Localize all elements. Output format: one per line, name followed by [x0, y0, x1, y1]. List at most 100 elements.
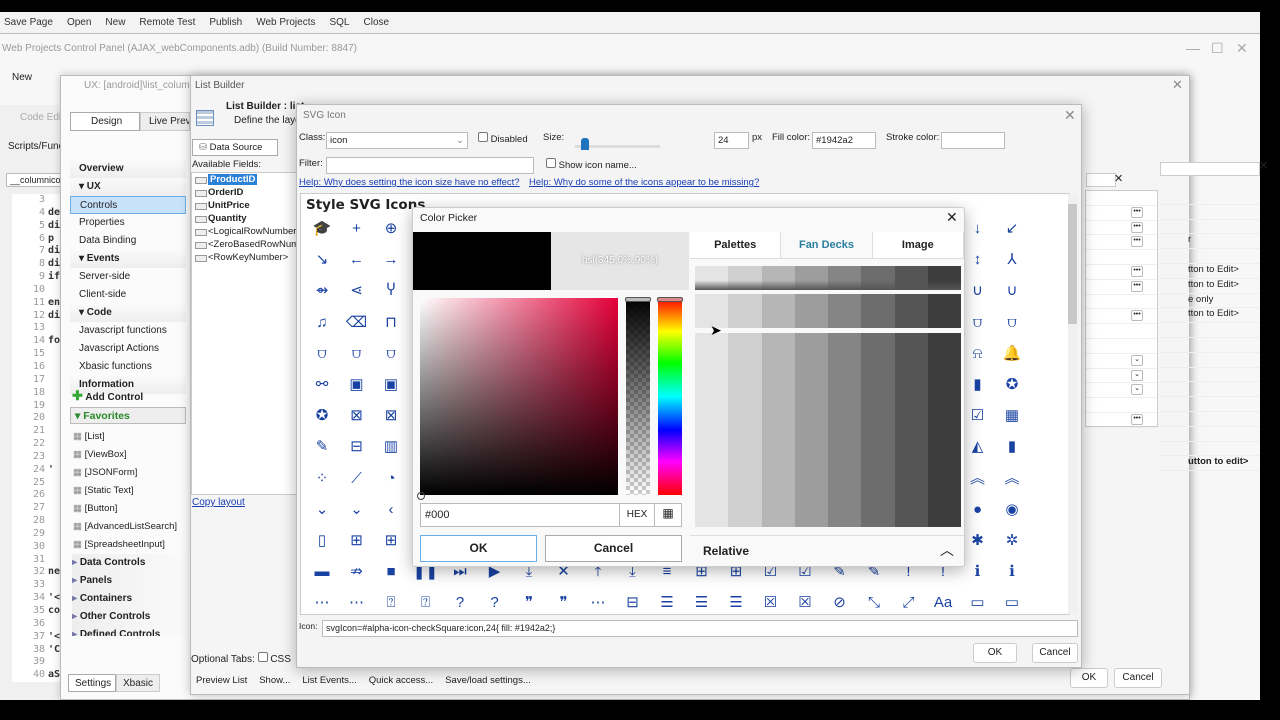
field-item[interactable]: UnitPrice: [192, 199, 296, 212]
list-builder-action-button[interactable]: List Events...: [302, 675, 356, 686]
nav-item-serverside[interactable]: Server-side: [70, 268, 186, 286]
color-cursor[interactable]: [417, 492, 425, 500]
account-box-icon[interactable]: ⍰: [376, 590, 406, 614]
fork-icon[interactable]: Ⴤ: [376, 278, 406, 304]
fan-deck-swatch[interactable]: [695, 333, 729, 527]
close-box-icon[interactable]: ☒: [756, 590, 786, 614]
tab-fan-decks[interactable]: Fan Decks: [781, 232, 873, 258]
arrow-up-down-icon[interactable]: ↕: [963, 247, 993, 273]
fan-deck-swatch[interactable]: [861, 266, 895, 290]
alpha-slider[interactable]: [626, 298, 650, 495]
chart-pie-icon[interactable]: ◔: [376, 466, 406, 492]
chevron-up-icon[interactable]: ︿: [940, 540, 954, 560]
add-control-button[interactable]: ✚ Add Control: [72, 388, 186, 404]
comment-icon[interactable]: ⋯: [583, 590, 613, 614]
close-icon[interactable]: ✕: [1172, 77, 1183, 93]
color-picker-close-icon[interactable]: ✕: [946, 209, 958, 226]
arrow-down-left-icon[interactable]: ↙: [997, 216, 1027, 242]
info-icon[interactable]: ℹ: [997, 559, 1027, 585]
circle-icon[interactable]: ●: [963, 497, 993, 523]
hex-input[interactable]: #000: [420, 503, 620, 527]
group-containers[interactable]: ▸ Containers: [72, 590, 186, 608]
group-data-controls[interactable]: ▸ Data Controls: [72, 554, 186, 572]
scrollbar-thumb[interactable]: [1068, 204, 1077, 324]
svg-ok-button[interactable]: OK: [973, 643, 1017, 663]
hue-slider[interactable]: [658, 298, 682, 495]
fan-deck-swatch[interactable]: [695, 266, 729, 290]
nav-item-javascriptactions[interactable]: Javascript Actions: [70, 340, 186, 358]
ellipsis-button[interactable]: •••: [1131, 280, 1143, 292]
saturation-value-area[interactable]: [420, 298, 618, 495]
card-icon[interactable]: ▭: [997, 590, 1027, 614]
field-item[interactable]: Quantity: [192, 212, 296, 225]
icon-grid-scrollbar[interactable]: [1068, 194, 1077, 614]
toolbar-item-remote-test[interactable]: Remote Test: [139, 17, 195, 28]
favorite-item[interactable]: ▦ [ViewBox]: [73, 446, 186, 464]
bug-icon[interactable]: ✱: [963, 528, 993, 554]
field-item[interactable]: ProductID: [192, 173, 296, 186]
arrow-right-icon[interactable]: →: [376, 247, 406, 273]
arrow-left-icon[interactable]: ←: [342, 247, 372, 273]
arrow-down-icon[interactable]: ↓: [963, 216, 993, 242]
field-item[interactable]: OrderID: [192, 186, 296, 199]
plus-circle-icon[interactable]: ⊕: [376, 216, 406, 242]
nav-item-clientside[interactable]: Client-side: [70, 286, 186, 304]
info-icon[interactable]: ℹ: [963, 559, 993, 585]
toolbar-item-web-projects[interactable]: Web Projects: [256, 17, 315, 28]
fan-deck-swatch[interactable]: [761, 333, 795, 527]
radio-icon[interactable]: ◉: [997, 497, 1027, 523]
tab-palettes[interactable]: Palettes: [690, 232, 782, 258]
group-defined-controls[interactable]: ▸ Defined Controls: [72, 626, 186, 636]
fan-deck-swatch[interactable]: [927, 333, 961, 527]
fan-deck-swatch[interactable]: [927, 294, 961, 328]
code-file-tab[interactable]: __columnico: [6, 173, 62, 187]
svg-cancel-button[interactable]: Cancel: [1032, 643, 1078, 663]
fan-deck-swatch[interactable]: [794, 333, 828, 527]
fill-color-input[interactable]: #1942a2: [812, 132, 876, 149]
new-button[interactable]: New: [12, 72, 32, 83]
tag-icon[interactable]: ⇏: [342, 559, 372, 585]
tab-image[interactable]: Image: [872, 232, 964, 258]
nav-item-overview[interactable]: Overview: [70, 160, 186, 178]
clipboard-plus-icon[interactable]: ⊞: [376, 528, 406, 554]
fan-deck-swatch[interactable]: [894, 294, 928, 328]
nav-item-properties[interactable]: Properties: [70, 214, 186, 232]
toolbar-item-new[interactable]: New: [105, 17, 125, 28]
maximize-button[interactable]: ☐: [1211, 40, 1224, 57]
fan-deck-swatch[interactable]: [894, 333, 928, 527]
calendar-check-icon[interactable]: ☑: [963, 403, 993, 429]
expand-icon[interactable]: ⤢: [894, 590, 924, 614]
group-panels[interactable]: ▸ Panels: [72, 572, 186, 590]
field-item[interactable]: <RowKeyNumber>: [192, 251, 296, 264]
disabled-option[interactable]: Disabled: [478, 132, 528, 145]
nav-item-javascriptfunctions[interactable]: Javascript functions: [70, 322, 186, 340]
fan-deck-swatch[interactable]: [861, 333, 895, 527]
ellipsis-button[interactable]: •••: [1131, 206, 1143, 218]
fan-deck-swatch[interactable]: [761, 294, 795, 328]
class-select[interactable]: icon ⌄: [326, 132, 468, 149]
fan-deck-strip[interactable]: [695, 294, 961, 328]
list-builder-action-button[interactable]: Preview List: [196, 675, 247, 686]
right-clear-icon[interactable]: ✕: [1259, 159, 1268, 172]
list-builder-action-button[interactable]: Save/load settings...: [445, 675, 531, 686]
minimize-button[interactable]: —: [1186, 40, 1200, 56]
fan-deck-swatch[interactable]: [728, 333, 762, 527]
fan-deck-swatch[interactable]: [794, 266, 828, 290]
ux-ok-button[interactable]: OK: [1070, 668, 1108, 688]
chevron-double-up-icon[interactable]: ︽: [963, 466, 993, 492]
format-toggle-button[interactable]: HEX: [619, 503, 655, 527]
basket-check-icon[interactable]: ⩌: [376, 341, 406, 367]
hue-handle[interactable]: [657, 297, 683, 302]
comment-icon[interactable]: ⋯: [307, 590, 337, 614]
arrow-down-right-icon[interactable]: ↘: [307, 247, 337, 273]
group-other-controls[interactable]: ▸ Other Controls: [72, 608, 186, 626]
fan-deck-swatch[interactable]: [828, 294, 862, 328]
shopping-bag-icon[interactable]: ⊓: [376, 310, 406, 336]
code-edit-tab[interactable]: Code Edit: [20, 112, 64, 123]
battery-icon[interactable]: ▬: [307, 559, 337, 585]
nav-item-xbasicfunctions[interactable]: Xbasic functions: [70, 358, 186, 376]
fan-deck-swatch[interactable]: [927, 266, 961, 290]
card-icon[interactable]: ▭: [963, 590, 993, 614]
favorite-item[interactable]: ▦ [SpreadsheetInput]: [73, 536, 186, 554]
nav-item-databinding[interactable]: Data Binding: [70, 232, 186, 250]
